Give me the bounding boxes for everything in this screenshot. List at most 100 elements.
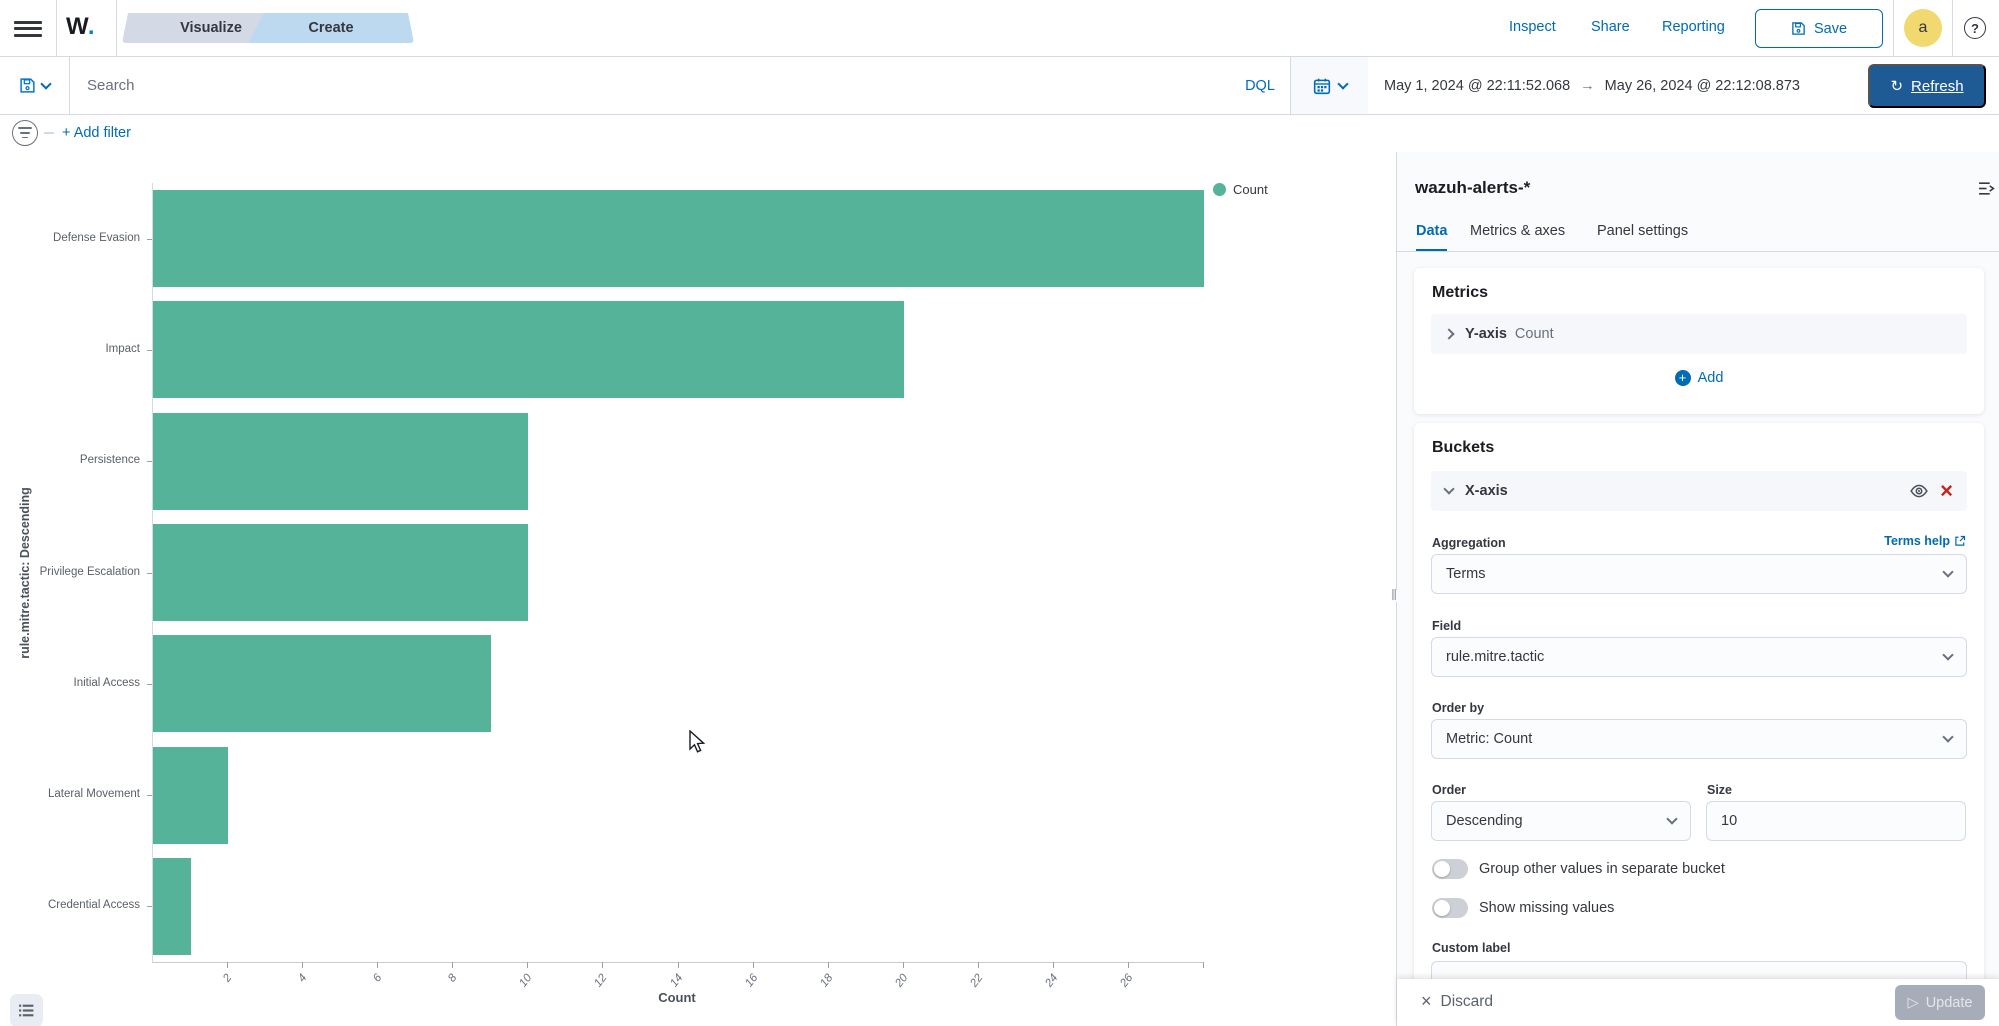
update-label: Update — [1926, 995, 1973, 1011]
discard-x-icon: × — [1421, 991, 1432, 1012]
chevron-down-icon — [1443, 483, 1454, 494]
saved-query-button[interactable] — [0, 57, 70, 114]
custom-label-label: Custom label — [1432, 941, 1511, 955]
chart-bar-lateral-movement[interactable] — [153, 747, 228, 844]
remove-bucket-icon[interactable]: × — [1940, 482, 1953, 500]
divider — [116, 0, 117, 56]
chevron-down-icon — [1337, 78, 1348, 89]
index-pattern-title: wazuh-alerts-* — [1415, 178, 1530, 198]
x-tick — [903, 962, 904, 968]
menu-icon[interactable] — [14, 17, 42, 39]
editor-footer: × Discard ▷ Update — [1397, 979, 1999, 1026]
x-tick-label: 8 — [432, 972, 460, 1003]
chart-bar-credential-access[interactable] — [153, 858, 191, 955]
date-to[interactable]: May 26, 2024 @ 22:12:08.873 — [1605, 78, 1800, 94]
x-axis-bucket-row[interactable]: X-axis × — [1431, 471, 1967, 511]
x-tick — [302, 962, 303, 968]
x-tick — [978, 962, 979, 968]
aggregation-select[interactable]: Terms — [1431, 554, 1967, 594]
avatar[interactable]: a — [1904, 9, 1942, 47]
order-value: Descending — [1446, 813, 1668, 829]
x-tick — [452, 962, 453, 968]
inspect-link[interactable]: Inspect — [1509, 19, 1556, 35]
chevron-down-icon — [1942, 649, 1953, 660]
size-input-wrap — [1706, 801, 1966, 841]
divider — [1893, 0, 1894, 56]
chart-bar-persistence[interactable] — [153, 413, 528, 510]
saved-query-floppy-icon — [19, 77, 36, 94]
discard-button[interactable]: × Discard — [1421, 991, 1493, 1012]
calendar-icon — [1313, 77, 1331, 95]
save-button-label: Save — [1814, 21, 1847, 37]
tab-panel-settings[interactable]: Panel settings — [1597, 214, 1688, 251]
show-missing-toggle[interactable] — [1432, 898, 1468, 918]
show-missing-toggle-row: Show missing values — [1432, 898, 1614, 918]
update-button[interactable]: ▷ Update — [1895, 985, 1985, 1020]
wazuh-logo[interactable]: W. — [66, 13, 95, 41]
refresh-button[interactable]: ↻ Refresh — [1868, 64, 1986, 108]
search-input[interactable] — [71, 57, 1241, 114]
metrics-card: Metrics Y-axis Count + Add — [1414, 268, 1984, 414]
add-metric-button[interactable]: + Add — [1414, 370, 1984, 386]
order-label: Order — [1432, 783, 1466, 797]
filter-icon[interactable] — [12, 120, 38, 146]
x-tick-label: 26 — [1107, 972, 1135, 1003]
legend-toggle-button[interactable] — [10, 994, 43, 1026]
order-select[interactable]: Descending — [1431, 801, 1691, 841]
x-tick-label: 12 — [582, 972, 610, 1003]
query-language-button[interactable]: DQL — [1236, 71, 1284, 101]
date-from[interactable]: May 1, 2024 @ 22:11:52.068 — [1384, 78, 1570, 94]
terms-help-link[interactable]: Terms help — [1884, 534, 1966, 548]
field-select[interactable]: rule.mitre.tactic — [1431, 637, 1967, 677]
chart-bar-impact[interactable] — [153, 301, 904, 398]
tab-metrics-axes[interactable]: Metrics & axes — [1470, 214, 1565, 251]
category-label: Initial Access — [0, 677, 140, 689]
category-label: Lateral Movement — [0, 788, 140, 800]
size-input[interactable] — [1721, 813, 1951, 829]
x-tick-label: 2 — [207, 972, 235, 1003]
order-by-select[interactable]: Metric: Count — [1431, 719, 1967, 759]
eye-icon[interactable] — [1910, 482, 1928, 500]
x-tick-label: 24 — [1032, 972, 1060, 1003]
mouse-cursor — [688, 730, 710, 754]
editor-tabs: Data Metrics & axes Panel settings — [1397, 214, 1999, 252]
add-label: Add — [1698, 370, 1724, 386]
buckets-heading: Buckets — [1414, 423, 1984, 457]
add-filter-link[interactable]: + Add filter — [62, 125, 131, 141]
x-tick — [1128, 962, 1129, 968]
panel-resize-handle[interactable]: ‖ — [1391, 590, 1397, 602]
category-label: Privilege Escalation — [0, 566, 140, 578]
y-tick — [147, 906, 152, 907]
chart-bar-privilege-escalation[interactable] — [153, 524, 528, 621]
reporting-link[interactable]: Reporting — [1662, 19, 1725, 35]
chart-bar-defense-evasion[interactable] — [153, 190, 1204, 287]
save-floppy-icon — [1791, 21, 1806, 36]
share-link[interactable]: Share — [1591, 19, 1630, 35]
order-by-value: Metric: Count — [1446, 731, 1944, 747]
help-icon[interactable]: ? — [1964, 17, 1986, 39]
group-other-toggle-row: Group other values in separate bucket — [1432, 859, 1725, 879]
save-button[interactable]: Save — [1755, 9, 1883, 48]
metric-row-value: Count — [1515, 326, 1554, 342]
chart-bar-initial-access[interactable] — [153, 635, 491, 732]
category-label: Credential Access — [0, 899, 140, 911]
chevron-right-icon — [1443, 328, 1454, 339]
chevron-down-icon — [1666, 813, 1677, 824]
tab-data[interactable]: Data — [1416, 214, 1447, 251]
group-other-toggle[interactable] — [1432, 859, 1468, 879]
x-tick — [678, 962, 679, 968]
chart-legend[interactable]: Count — [1213, 182, 1268, 197]
date-picker-button[interactable] — [1290, 57, 1368, 114]
chevron-down-icon — [1942, 731, 1953, 742]
y-tick — [147, 684, 152, 685]
metric-row-label: Y-axis — [1465, 326, 1507, 342]
field-label: Field — [1432, 619, 1461, 633]
x-tick — [1053, 962, 1054, 968]
divider — [56, 0, 57, 56]
date-range[interactable]: May 1, 2024 @ 22:11:52.068 → May 26, 202… — [1384, 57, 1800, 114]
logo-dot: . — [88, 13, 95, 40]
y-axis-metric-row[interactable]: Y-axis Count — [1431, 314, 1967, 354]
y-tick — [147, 795, 152, 796]
breadcrumb-create[interactable]: Create — [248, 13, 414, 43]
collapse-panel-icon[interactable] — [1978, 180, 1995, 197]
